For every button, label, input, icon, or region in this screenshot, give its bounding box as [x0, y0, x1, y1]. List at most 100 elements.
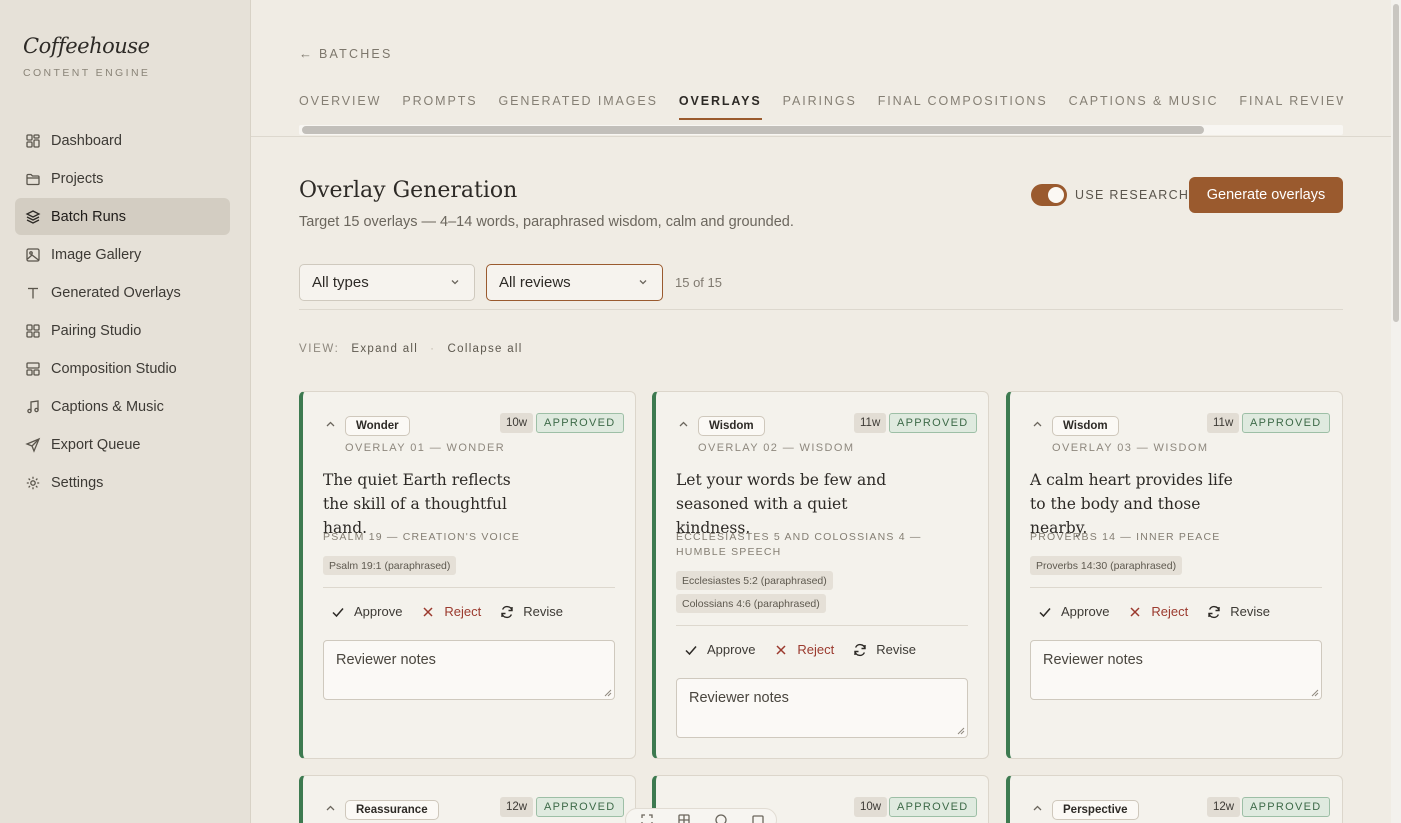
- reviewer-notes-input[interactable]: Reviewer notes: [676, 678, 968, 738]
- chevron-up-icon[interactable]: [1032, 419, 1043, 430]
- expand-all-button[interactable]: Expand all: [351, 343, 418, 355]
- layers-icon: [25, 209, 41, 225]
- type-icon: [25, 285, 41, 301]
- chevron-up-icon[interactable]: [325, 803, 336, 814]
- type-filter-select[interactable]: All types: [299, 264, 475, 301]
- image-icon: [25, 247, 41, 263]
- approve-label: Approve: [354, 604, 403, 619]
- card-divider: [1030, 587, 1322, 588]
- resize-handle-icon[interactable]: [957, 727, 965, 735]
- music-icon: [25, 399, 41, 415]
- sidebar-item-pairing-studio[interactable]: Pairing Studio: [15, 312, 230, 349]
- sidebar-item-dashboard[interactable]: Dashboard: [15, 122, 230, 159]
- overlay-source: ECCLESIASTES 5 AND COLOSSIANS 4 — HUMBLE…: [676, 531, 922, 558]
- revise-button[interactable]: Revise: [853, 642, 916, 657]
- overlay-card: Perspective 12w APPROVED: [1006, 775, 1343, 823]
- check-icon: [332, 607, 344, 617]
- reviewer-notes-input[interactable]: Reviewer notes: [323, 640, 615, 700]
- chevron-up-icon[interactable]: [678, 419, 689, 430]
- tab-generated-images[interactable]: GENERATED IMAGES: [498, 94, 657, 120]
- sidebar-item-image-gallery[interactable]: Image Gallery: [15, 236, 230, 273]
- tab-overview[interactable]: OVERVIEW: [299, 94, 381, 120]
- sidebar: Coffeehouse CONTENT ENGINE Dashboard Pro…: [0, 0, 251, 823]
- sidebar-item-composition-studio[interactable]: Composition Studio: [15, 350, 230, 387]
- filter-divider: [299, 309, 1343, 310]
- page-scrollbar-thumb[interactable]: [1393, 4, 1399, 322]
- window-icon[interactable]: [751, 813, 765, 823]
- sidebar-item-export-queue[interactable]: Export Queue: [15, 426, 230, 463]
- tab-overlays[interactable]: OVERLAYS: [678, 94, 762, 120]
- overlay-card: Wisdom 11w APPROVED OVERLAY 03 — WISDOM …: [1006, 391, 1343, 759]
- brand[interactable]: Coffeehouse CONTENT ENGINE: [23, 34, 150, 79]
- word-count-badge: 11w: [1207, 413, 1240, 433]
- info-icon[interactable]: [714, 813, 728, 823]
- check-icon: [685, 645, 697, 655]
- tab-prompts[interactable]: PROMPTS: [402, 94, 477, 120]
- chevron-up-icon[interactable]: [1032, 803, 1043, 814]
- grid-icon: [25, 133, 41, 149]
- reject-label: Reject: [1151, 604, 1189, 619]
- status-badge: APPROVED: [889, 413, 977, 433]
- resize-handle-icon[interactable]: [1311, 689, 1319, 697]
- sidebar-item-settings[interactable]: Settings: [15, 464, 230, 501]
- columns-icon[interactable]: [677, 813, 691, 823]
- sidebar-item-captions-music[interactable]: Captions & Music: [15, 388, 230, 425]
- revise-button[interactable]: Revise: [500, 604, 563, 619]
- approve-label: Approve: [707, 642, 756, 657]
- tab-captions-music[interactable]: CAPTIONS & MUSIC: [1069, 94, 1219, 120]
- expand-icon[interactable]: [640, 813, 654, 823]
- revise-button[interactable]: Revise: [1207, 604, 1270, 619]
- sidebar-item-label: Captions & Music: [51, 398, 164, 415]
- review-filter-select[interactable]: All reviews: [486, 264, 663, 301]
- revise-label: Revise: [876, 642, 917, 657]
- floating-toolbar: [625, 808, 777, 823]
- sidebar-item-label: Composition Studio: [51, 360, 177, 377]
- sidebar-item-generated-overlays[interactable]: Generated Overlays: [15, 274, 230, 311]
- sidebar-item-label: Export Queue: [51, 436, 141, 453]
- sidebar-item-label: Dashboard: [51, 132, 122, 149]
- sidebar-item-label: Settings: [51, 474, 104, 491]
- back-to-batches-link[interactable]: ← BATCHES: [299, 46, 393, 61]
- overlay-card: Wisdom 11w APPROVED OVERLAY 02 — WISDOM …: [652, 391, 989, 759]
- tab-final-review[interactable]: FINAL REVIEW: [1239, 94, 1343, 120]
- reject-button[interactable]: Reject: [421, 604, 481, 619]
- sidebar-item-projects[interactable]: Projects: [15, 160, 230, 197]
- page-scrollbar[interactable]: [1391, 0, 1401, 823]
- overlay-card: Wonder 10w APPROVED OVERLAY 01 — WONDER …: [299, 391, 636, 759]
- status-badge: APPROVED: [889, 797, 977, 817]
- overlay-label: OVERLAY 02 — WISDOM: [698, 442, 855, 454]
- collapse-all-button[interactable]: Collapse all: [448, 343, 523, 355]
- tab-pairings[interactable]: PAIRINGS: [783, 94, 857, 120]
- word-count-badge: 10w: [854, 797, 888, 817]
- reject-button[interactable]: Reject: [1128, 604, 1188, 619]
- close-icon: [423, 606, 433, 617]
- use-research-toggle[interactable]: USE RESEARCH: [1031, 184, 1189, 206]
- overlay-label: OVERLAY 03 — WISDOM: [1052, 442, 1209, 454]
- chevron-down-icon: [639, 280, 647, 285]
- view-label: VIEW:: [299, 343, 340, 355]
- card-divider: [676, 625, 968, 626]
- chevron-up-icon[interactable]: [325, 419, 336, 430]
- word-count-badge: 12w: [1207, 797, 1241, 817]
- tab-final-compositions[interactable]: FINAL COMPOSITIONS: [878, 94, 1048, 120]
- tab-scrollbar[interactable]: [299, 125, 1343, 135]
- approve-button[interactable]: Approve: [1038, 604, 1109, 619]
- reject-button[interactable]: Reject: [774, 642, 834, 657]
- close-icon: [1130, 606, 1140, 617]
- sidebar-item-batch-runs[interactable]: Batch Runs: [15, 198, 230, 235]
- approve-button[interactable]: Approve: [331, 604, 402, 619]
- overlay-label: OVERLAY 01 — WONDER: [345, 442, 506, 454]
- tab-scrollbar-thumb[interactable]: [302, 126, 1204, 134]
- reviewer-notes-input[interactable]: Reviewer notes: [1030, 640, 1322, 700]
- gear-icon: [25, 475, 41, 491]
- generate-overlays-button[interactable]: Generate overlays: [1189, 177, 1343, 213]
- status-badge: APPROVED: [1242, 797, 1330, 817]
- notes-placeholder: Reviewer notes: [689, 690, 789, 706]
- toggle-switch[interactable]: [1031, 184, 1067, 206]
- sidebar-item-label: Image Gallery: [51, 246, 142, 263]
- resize-handle-icon[interactable]: [604, 689, 612, 697]
- brand-name: Coffeehouse: [23, 34, 150, 58]
- tab-bar: OVERVIEW PROMPTS GENERATED IMAGES OVERLAYS P…: [299, 92, 1343, 122]
- approve-button[interactable]: Approve: [684, 642, 755, 657]
- refresh-icon: [854, 643, 866, 656]
